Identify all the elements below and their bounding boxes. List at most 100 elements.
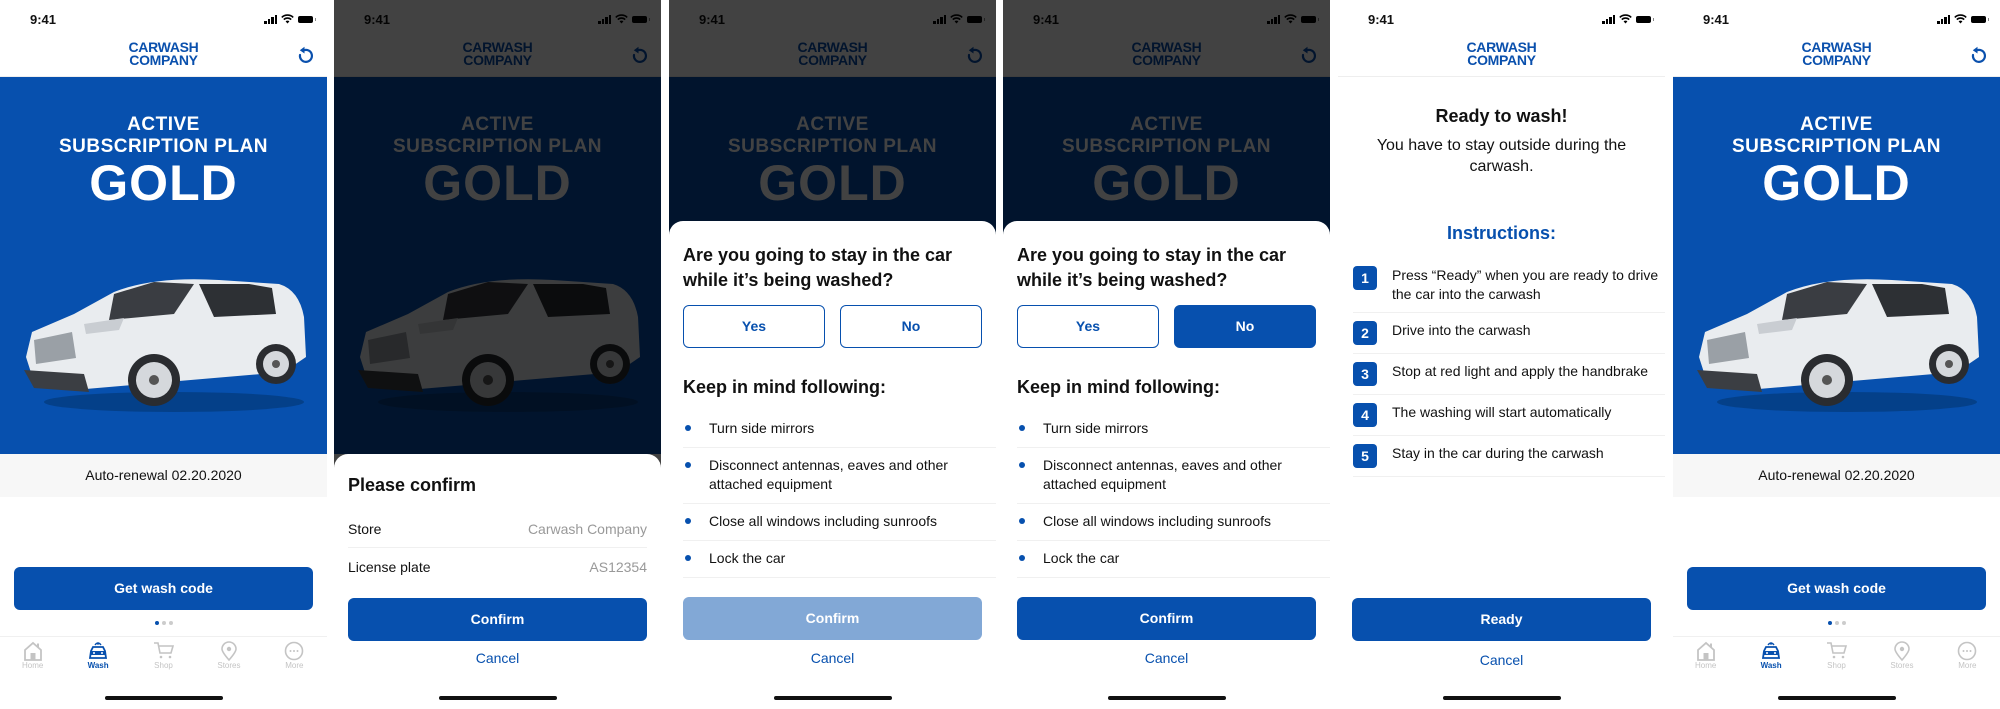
screen-wash-home: 9:41 CARWASH COMPANY ACTIVE SUBSCRIPTION P… — [0, 0, 327, 709]
refresh-icon[interactable] — [1968, 46, 1988, 66]
tab-label: Stores — [1890, 661, 1914, 670]
tab-label: Home — [22, 661, 44, 670]
status-time: 9:41 — [30, 12, 57, 27]
more-icon — [1935, 641, 2000, 661]
page-indicator[interactable] — [1673, 621, 2000, 625]
confirm-button[interactable]: Confirm — [348, 598, 647, 641]
tab-label: More — [285, 661, 304, 670]
page-indicator[interactable] — [0, 621, 327, 625]
plan-label: ACTIVESUBSCRIPTION PLAN — [1673, 114, 2000, 158]
car-image — [1697, 279, 1979, 412]
step-number-badge: 1 — [1353, 266, 1377, 290]
tab-label: Stores — [217, 661, 241, 670]
battery-icon — [298, 15, 316, 23]
plan-name: GOLD — [89, 155, 238, 211]
stay-in-car-sheet: Are you going to stay in the car while i… — [669, 221, 996, 709]
screen-wash-home-return: 9:41 CARWASH COMPANY ACTIVE SUBSCRIPTION P… — [1673, 0, 2000, 709]
no-button-selected[interactable]: No — [1174, 305, 1316, 348]
tab-label: Home — [1695, 661, 1717, 670]
get-wash-code-button[interactable]: Get wash code — [14, 567, 313, 610]
ready-title: Ready to wash! — [1435, 106, 1568, 126]
step-text: Stop at red light and apply the handbrak… — [1392, 363, 1649, 379]
no-button[interactable]: No — [840, 305, 982, 348]
page-dot[interactable] — [168, 621, 173, 625]
yes-button[interactable]: Yes — [1017, 305, 1159, 348]
tab-stores[interactable]: Stores — [196, 637, 261, 676]
tab-more[interactable]: More — [262, 637, 327, 676]
license-plate-label: License plate — [348, 559, 431, 575]
list-item: Lock the car — [1017, 541, 1330, 578]
instruction-step: 4 The washing will start automatically — [1353, 395, 1665, 436]
carwash-company-logo: CARWASHCOMPANY — [1673, 40, 2000, 67]
instruction-step: 5 Stay in the car during the carwash — [1353, 436, 1665, 477]
screen-stay-in-car-no-selected: 9:41 CARWASHCOMPANY ACTIVESUBSCRIPTION P… — [1003, 0, 1330, 709]
page-dot[interactable] — [1834, 621, 1839, 625]
bullet-icon — [685, 462, 691, 468]
step-number-badge: 3 — [1353, 362, 1377, 386]
tab-shop[interactable]: Shop — [131, 637, 196, 676]
cancel-button[interactable]: Cancel — [1338, 652, 1665, 668]
yes-button[interactable]: Yes — [683, 305, 825, 348]
instruction-step: 1 Press “Ready” when you are ready to dri… — [1353, 258, 1665, 313]
instruction-step: 2 Drive into the carwash — [1353, 313, 1665, 354]
battery-icon — [1971, 15, 1989, 23]
tab-more[interactable]: More — [1935, 637, 2000, 676]
logo-line-2: COMPANY — [1467, 52, 1536, 68]
bullet-icon — [685, 555, 691, 561]
list-item-text: Close all windows including sunroofs — [709, 513, 938, 529]
tab-wash[interactable]: Wash — [1738, 637, 1803, 676]
step-text: Drive into the carwash — [1392, 322, 1531, 338]
cancel-button[interactable]: Cancel — [1003, 650, 1330, 666]
screen-please-confirm: 9:41 CARWASHCOMPANY ACTIVESUBSCRIPTION P… — [334, 0, 661, 709]
list-item-text: Turn side mirrors — [1043, 420, 1149, 436]
more-icon — [262, 641, 327, 661]
home-indicator — [1777, 696, 1896, 700]
bullet-icon — [685, 518, 691, 524]
store-value: Carwash Company — [527, 520, 647, 537]
confirm-button[interactable]: Confirm — [1017, 597, 1316, 640]
wifi-icon — [281, 14, 294, 24]
keep-in-mind-list: Turn side mirrors Disconnect antennas, ea… — [683, 411, 996, 578]
yes-no-choice: Yes No — [683, 305, 982, 348]
screen-stay-in-car-unanswered: 9:41 CARWASHCOMPANY ACTIVESUBSCRIPTION P… — [669, 0, 996, 709]
step-number-badge: 2 — [1353, 321, 1377, 345]
keep-in-mind-heading: Keep in mind following: — [683, 377, 886, 397]
confirm-button-disabled[interactable]: Confirm — [683, 597, 982, 640]
keep-in-mind-heading: Keep in mind following: — [1017, 377, 1220, 397]
bullet-icon — [1019, 518, 1025, 524]
list-item: Close all windows including sunroofs — [1017, 504, 1330, 541]
wifi-icon — [1954, 14, 1967, 24]
tab-stores[interactable]: Stores — [1869, 637, 1934, 676]
cancel-button[interactable]: Cancel — [669, 650, 996, 666]
cancel-button[interactable]: Cancel — [334, 650, 661, 666]
location-pin-icon — [196, 641, 261, 661]
carwash-company-logo: CARWASHCOMPANY — [1338, 40, 1665, 68]
tab-shop[interactable]: Shop — [1804, 637, 1869, 676]
tab-wash[interactable]: Wash — [65, 637, 130, 676]
tab-label: Wash — [1760, 661, 1782, 670]
page-dot[interactable] — [154, 621, 159, 625]
tab-home[interactable]: Home — [1673, 637, 1738, 676]
app-header: CARWASHCOMPANY — [0, 38, 327, 77]
home-indicator — [1442, 696, 1561, 700]
home-indicator — [438, 696, 557, 700]
plan-label: ACTIVESUBSCRIPTION PLAN — [0, 114, 327, 158]
page-dot[interactable] — [161, 621, 166, 625]
tab-home[interactable]: Home — [0, 637, 65, 676]
logo-line-2: COMPANY — [129, 52, 198, 68]
list-item-text: Lock the car — [1043, 550, 1120, 566]
step-text: Stay in the car during the carwash — [1392, 445, 1604, 461]
battery-icon — [1636, 15, 1654, 23]
page-dot[interactable] — [1827, 621, 1832, 625]
ready-button[interactable]: Ready — [1352, 598, 1651, 641]
get-wash-code-button[interactable]: Get wash code — [1687, 567, 1986, 610]
instructions-list: 1 Press “Ready” when you are ready to dri… — [1353, 258, 1665, 477]
app-header: CARWASHCOMPANY — [1673, 38, 2000, 77]
tab-label: Wash — [87, 661, 109, 670]
page-dot[interactable] — [1841, 621, 1846, 625]
plan-label-line-1: ACTIVE — [1800, 114, 1873, 135]
tab-bar: Home Wash Shop Stores More — [0, 636, 327, 676]
status-bar: 9:41 — [1673, 0, 2000, 38]
refresh-icon[interactable] — [295, 46, 315, 66]
home-indicator — [773, 696, 892, 700]
